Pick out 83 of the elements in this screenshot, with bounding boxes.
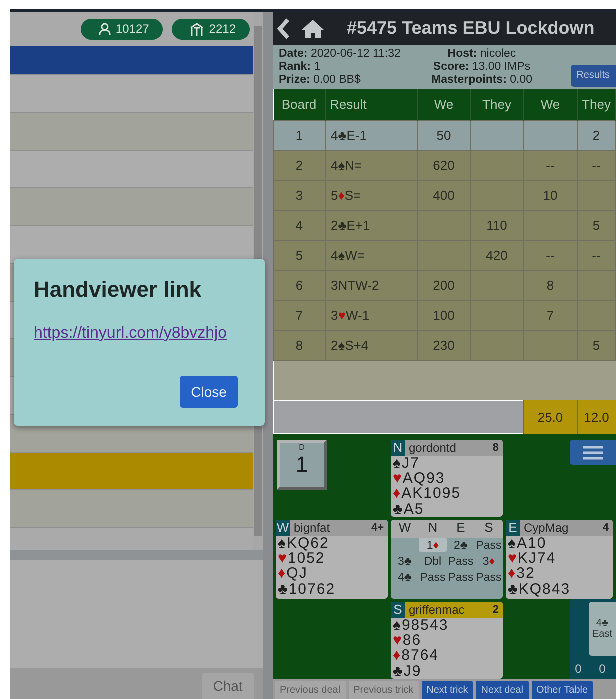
points-label: 8 <box>492 442 499 454</box>
player-name[interactable]: griffenmac <box>409 603 493 617</box>
suit-holding: ♣10762 <box>277 582 337 597</box>
menu-icon <box>583 446 603 460</box>
menu-button[interactable] <box>570 440 616 465</box>
list-row[interactable] <box>10 150 253 188</box>
seat-label: E <box>506 520 520 536</box>
table-icon <box>190 22 204 36</box>
points-label: 2 <box>492 604 499 616</box>
column-header: They <box>578 89 616 120</box>
info-text: Rank: 1 <box>279 60 322 74</box>
suit-holding: ♥86 <box>392 633 423 648</box>
seat-header: N <box>419 520 447 538</box>
counter-pill[interactable]: 10127 <box>80 18 164 40</box>
bid: 1♦ <box>419 538 447 552</box>
contract-label: 4♣ <box>596 618 609 629</box>
column-header: We <box>524 89 578 120</box>
column-header: We <box>418 89 470 120</box>
bid: Pass <box>447 555 475 568</box>
suit-holding: ♦8764 <box>392 648 440 664</box>
points-label: 4 <box>602 522 609 534</box>
player-name[interactable]: gordontd <box>409 441 493 455</box>
bid: 4♣ <box>397 571 413 584</box>
bid: Pass <box>447 571 475 584</box>
list-row[interactable] <box>10 46 253 75</box>
info-text: Date: 2020-06-12 11:32 <box>279 48 402 61</box>
suit-holding: ♥AQ93 <box>392 471 446 486</box>
dealer-label: D <box>299 443 305 452</box>
suit-holding: ♣J9 <box>392 664 423 679</box>
trick-count: 0 <box>574 661 583 678</box>
bid: Pass <box>475 539 503 552</box>
nav-button[interactable]: Next trick <box>422 681 474 699</box>
column-header: Board <box>274 89 326 120</box>
trick-count: 0 <box>598 661 607 678</box>
suit-holding: ♦AK1095 <box>392 486 462 502</box>
total-cell: 25.0 <box>524 400 578 434</box>
nav-button[interactable]: Next deal <box>476 681 529 699</box>
suit-holding: ♥KJ74 <box>507 551 558 566</box>
info-text: Prize: 0.00 BB$ <box>279 74 362 87</box>
suit-holding: ♠J7 <box>392 456 421 472</box>
board-number: 1 <box>296 452 308 478</box>
seat-header: W <box>391 520 419 538</box>
seat-header: E <box>447 520 475 538</box>
counter-pill[interactable]: 2212 <box>172 18 250 40</box>
declarer-label: East <box>592 629 612 640</box>
bid: 2♣ <box>453 539 469 552</box>
suit-holding: ♠KQ62 <box>277 536 330 552</box>
info-text: Host: nicolec <box>446 48 518 61</box>
suit-holding: ♣A5 <box>392 502 426 517</box>
info-text: Masterpoints: 0.00 <box>430 74 534 87</box>
bid: Pass <box>419 571 447 584</box>
bid: 3♣ <box>397 555 413 568</box>
seat-header: S <box>475 520 503 538</box>
total-cell: 12.0 <box>578 400 616 434</box>
chat-button[interactable]: Chat <box>202 673 254 699</box>
suit-holding: ♥1052 <box>277 551 326 566</box>
seat-label: S <box>391 602 405 618</box>
suit-holding: ♠98543 <box>392 618 450 634</box>
info-text: Score: 13.00 IMPs <box>432 60 532 74</box>
tournament-title: #5475 Teams EBU Lockdown <box>347 18 595 40</box>
player-name[interactable]: CypMag <box>524 521 603 535</box>
suit-holding: ♦32 <box>507 566 536 582</box>
bid: Pass <box>475 571 503 584</box>
handviewer-link[interactable]: https://tinyurl.com/y8bvzhjo <box>34 325 227 343</box>
dialog-title: Handviewer link <box>34 277 202 303</box>
column-header: Result <box>326 89 418 120</box>
seat-label: W <box>276 520 290 536</box>
results-button[interactable]: Results <box>570 64 616 87</box>
close-button[interactable]: Close <box>180 376 238 408</box>
points-label: 4+ <box>371 522 384 534</box>
bid: Dbl <box>423 555 443 568</box>
player-name[interactable]: bignfat <box>294 521 372 535</box>
bid: 3♦ <box>482 555 496 568</box>
suit-holding: ♣KQ843 <box>507 582 572 597</box>
suit-holding: ♦QJ <box>277 566 309 582</box>
suit-holding: ♠A10 <box>507 536 548 552</box>
back-icon[interactable] <box>277 18 291 40</box>
column-header: They <box>470 89 524 120</box>
person-icon <box>98 22 111 36</box>
nav-button[interactable]: Other Table <box>532 681 594 699</box>
seat-label: N <box>391 440 405 456</box>
home-icon[interactable] <box>301 18 325 39</box>
table-cell: 1 <box>274 120 326 150</box>
